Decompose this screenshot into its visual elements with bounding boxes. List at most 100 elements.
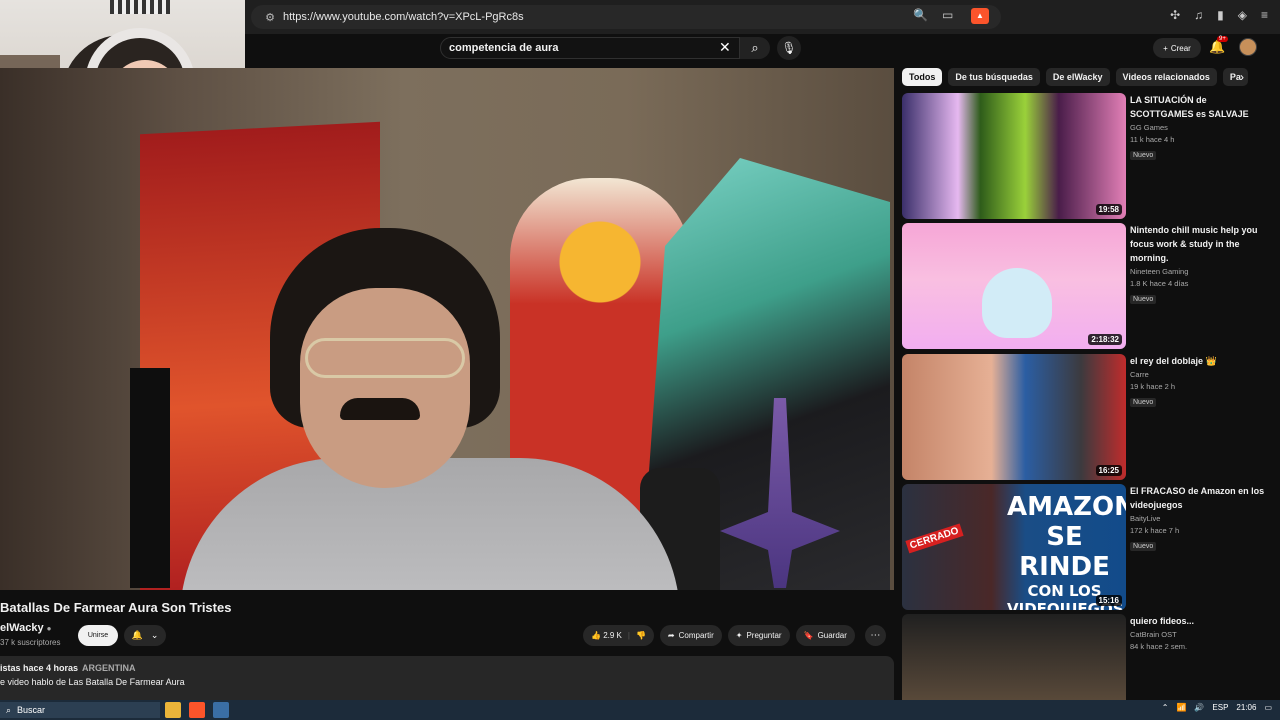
channel-name[interactable]: elWacky ●: [0, 622, 51, 634]
vpn-icon[interactable]: ◈: [1238, 8, 1247, 22]
video-thumbnail[interactable]: [902, 614, 1126, 700]
subscription-bell-button[interactable]: 🔔 ⌄: [124, 625, 166, 646]
obs-icon[interactable]: [213, 702, 229, 718]
site-info-icon[interactable]: ⚙: [257, 11, 283, 24]
video-thumbnail[interactable]: 16:25: [902, 354, 1126, 480]
bell-icon: 🔔: [131, 630, 143, 640]
video-hoodie: [180, 458, 680, 590]
media-icon[interactable]: ♫: [1194, 8, 1203, 22]
ask-button[interactable]: ✦ Preguntar: [727, 625, 790, 646]
user-avatar[interactable]: [1239, 38, 1257, 56]
more-actions-button[interactable]: ⋯: [864, 625, 886, 646]
share-label: Compartir: [678, 631, 714, 640]
chip-all[interactable]: Todos: [902, 68, 943, 86]
sidebar-icon[interactable]: ▮: [1217, 8, 1224, 22]
create-button[interactable]: + Crear: [1153, 38, 1201, 58]
video-channel[interactable]: GG Games: [1130, 123, 1270, 132]
search-input[interactable]: competencia de aura: [440, 37, 740, 59]
chip-related[interactable]: Videos relacionados: [1115, 68, 1217, 86]
share-icon: ➦: [667, 631, 675, 640]
video-title[interactable]: LA SITUACIÓN de SCOTTGAMES es SALVAJE: [1130, 93, 1270, 121]
search-query[interactable]: competencia de aura: [449, 42, 558, 54]
wifi-icon[interactable]: 📶: [1176, 703, 1186, 712]
sidebar-video-4[interactable]: AMAZON SE RINDE CON LOS VIDEOJUEGOS CERR…: [902, 484, 1272, 610]
subscriber-count: 37 k suscriptores: [0, 638, 61, 647]
url-text[interactable]: https://www.youtube.com/watch?v=XPcL-PgR…: [283, 11, 524, 23]
clear-search-icon[interactable]: ✕: [719, 39, 731, 56]
search-button[interactable]: ⌕: [740, 37, 770, 59]
thumbnail-text-big: AMAZON SE RINDE: [1007, 492, 1126, 582]
volume-icon[interactable]: 🔊: [1194, 703, 1204, 712]
video-actions: 👍 2.9 K | 👎 ➦ Compartir ✦ Preguntar 🔖 Gu…: [583, 625, 886, 646]
dislike-button[interactable]: 👎: [636, 631, 646, 640]
address-bar-actions: 🔍 ▭: [913, 8, 953, 22]
sidebar-video-1[interactable]: 19:58 LA SITUACIÓN de SCOTTGAMES es SALV…: [902, 93, 1272, 219]
browser-extensions: ✣ ♫ ▮ ◈ ≡: [1170, 8, 1268, 22]
chevron-right-icon[interactable]: ›: [1240, 70, 1244, 84]
taskbar-search[interactable]: ⌕ Buscar: [0, 702, 160, 718]
zoom-icon[interactable]: 🔍: [913, 8, 928, 22]
join-button[interactable]: Unirse: [78, 625, 118, 646]
tray-chevron-up-icon[interactable]: ⌃: [1162, 703, 1169, 712]
new-badge: Nuevo: [1130, 151, 1157, 160]
notification-center-icon[interactable]: ▭: [1264, 703, 1272, 712]
video-player[interactable]: [0, 68, 894, 590]
clock[interactable]: 21:06: [1236, 703, 1256, 712]
ask-label: Preguntar: [746, 631, 782, 640]
video-duration: 15:16: [1095, 595, 1122, 606]
video-thumbnail[interactable]: 2:18:32: [902, 223, 1126, 349]
chip-from-searches[interactable]: De tus búsquedas: [948, 68, 1040, 86]
chip-from-channel[interactable]: De elWacky: [1045, 68, 1110, 86]
video-face: [300, 288, 470, 488]
menu-icon[interactable]: ≡: [1261, 8, 1268, 22]
search-icon: ⌕: [6, 704, 12, 715]
video-glasses: [305, 338, 465, 378]
video-thumbnail[interactable]: 19:58: [902, 93, 1126, 219]
voice-search-button[interactable]: 🎙: [777, 36, 801, 60]
video-duration: 16:25: [1095, 465, 1122, 476]
like-count: 2.9 K: [603, 631, 622, 640]
new-badge: Nuevo: [1130, 295, 1157, 304]
save-button[interactable]: 🔖 Guardar: [795, 625, 855, 646]
sidebar-video-2[interactable]: 2:18:32 Nintendo chill music help you fo…: [902, 223, 1272, 349]
video-info: LA SITUACIÓN de SCOTTGAMES es SALVAJE GG…: [1130, 93, 1270, 162]
description-text: e video hablo de Las Batalla De Farmear …: [0, 677, 185, 687]
brave-browser-icon[interactable]: [189, 702, 205, 718]
description-country: ARGENTINA: [82, 663, 136, 673]
video-info: Nintendo chill music help you focus work…: [1130, 223, 1270, 306]
video-title[interactable]: el rey del doblaje 👑: [1130, 354, 1270, 368]
save-label: Guardar: [817, 631, 847, 640]
sidebar-video-5[interactable]: quiero fideos... CatBrain OST 84 k hace …: [902, 614, 1272, 700]
language-indicator[interactable]: ESP: [1212, 703, 1228, 712]
video-channel[interactable]: Nineteen Gaming: [1130, 267, 1270, 276]
like-button[interactable]: 👍 2.9 K: [591, 631, 622, 640]
video-thumbnail[interactable]: AMAZON SE RINDE CON LOS VIDEOJUEGOS CERR…: [902, 484, 1126, 610]
channel-name-text[interactable]: elWacky: [0, 622, 44, 634]
video-channel[interactable]: Carre: [1130, 370, 1270, 379]
chip-more[interactable]: Pa: [1222, 68, 1248, 86]
video-streamer: [160, 228, 720, 590]
cast-icon[interactable]: ▭: [942, 8, 953, 22]
sidebar-video-3[interactable]: 16:25 el rey del doblaje 👑 Carre 19 k ha…: [902, 354, 1272, 480]
description-box[interactable]: istas hace 4 horas ARGENTINA e video habl…: [0, 656, 894, 700]
video-title[interactable]: quiero fideos...: [1130, 614, 1270, 628]
like-divider: |: [627, 631, 630, 640]
address-bar[interactable]: ⚙ https://www.youtube.com/watch?v=XPcL-P…: [251, 5, 1001, 29]
new-badge: Nuevo: [1130, 398, 1157, 407]
share-button[interactable]: ➦ Compartir: [659, 625, 722, 646]
brave-shields-icon[interactable]: ▲: [971, 8, 989, 24]
video-channel[interactable]: BaityLive: [1130, 514, 1270, 523]
video-title[interactable]: El FRACASO de Amazon en los videojuegos: [1130, 484, 1270, 512]
system-tray: ⌃ 📶 🔊 ESP 21:06 ▭: [1162, 703, 1272, 712]
extensions-icon[interactable]: ✣: [1170, 8, 1180, 22]
file-explorer-icon[interactable]: [165, 702, 181, 718]
video-title[interactable]: Nintendo chill music help you focus work…: [1130, 223, 1270, 265]
video-info: quiero fideos... CatBrain OST 84 k hace …: [1130, 614, 1270, 651]
description-views-date: istas hace 4 horas: [0, 663, 79, 673]
description-meta: istas hace 4 horas ARGENTINA: [0, 663, 136, 673]
video-meta: 172 k hace 7 h: [1130, 526, 1180, 535]
screen: ⚙ https://www.youtube.com/watch?v=XPcL-P…: [0, 0, 1280, 720]
video-duration: 2:18:32: [1088, 334, 1122, 345]
plus-icon: +: [1163, 43, 1168, 53]
video-channel[interactable]: CatBrain OST: [1130, 630, 1270, 639]
